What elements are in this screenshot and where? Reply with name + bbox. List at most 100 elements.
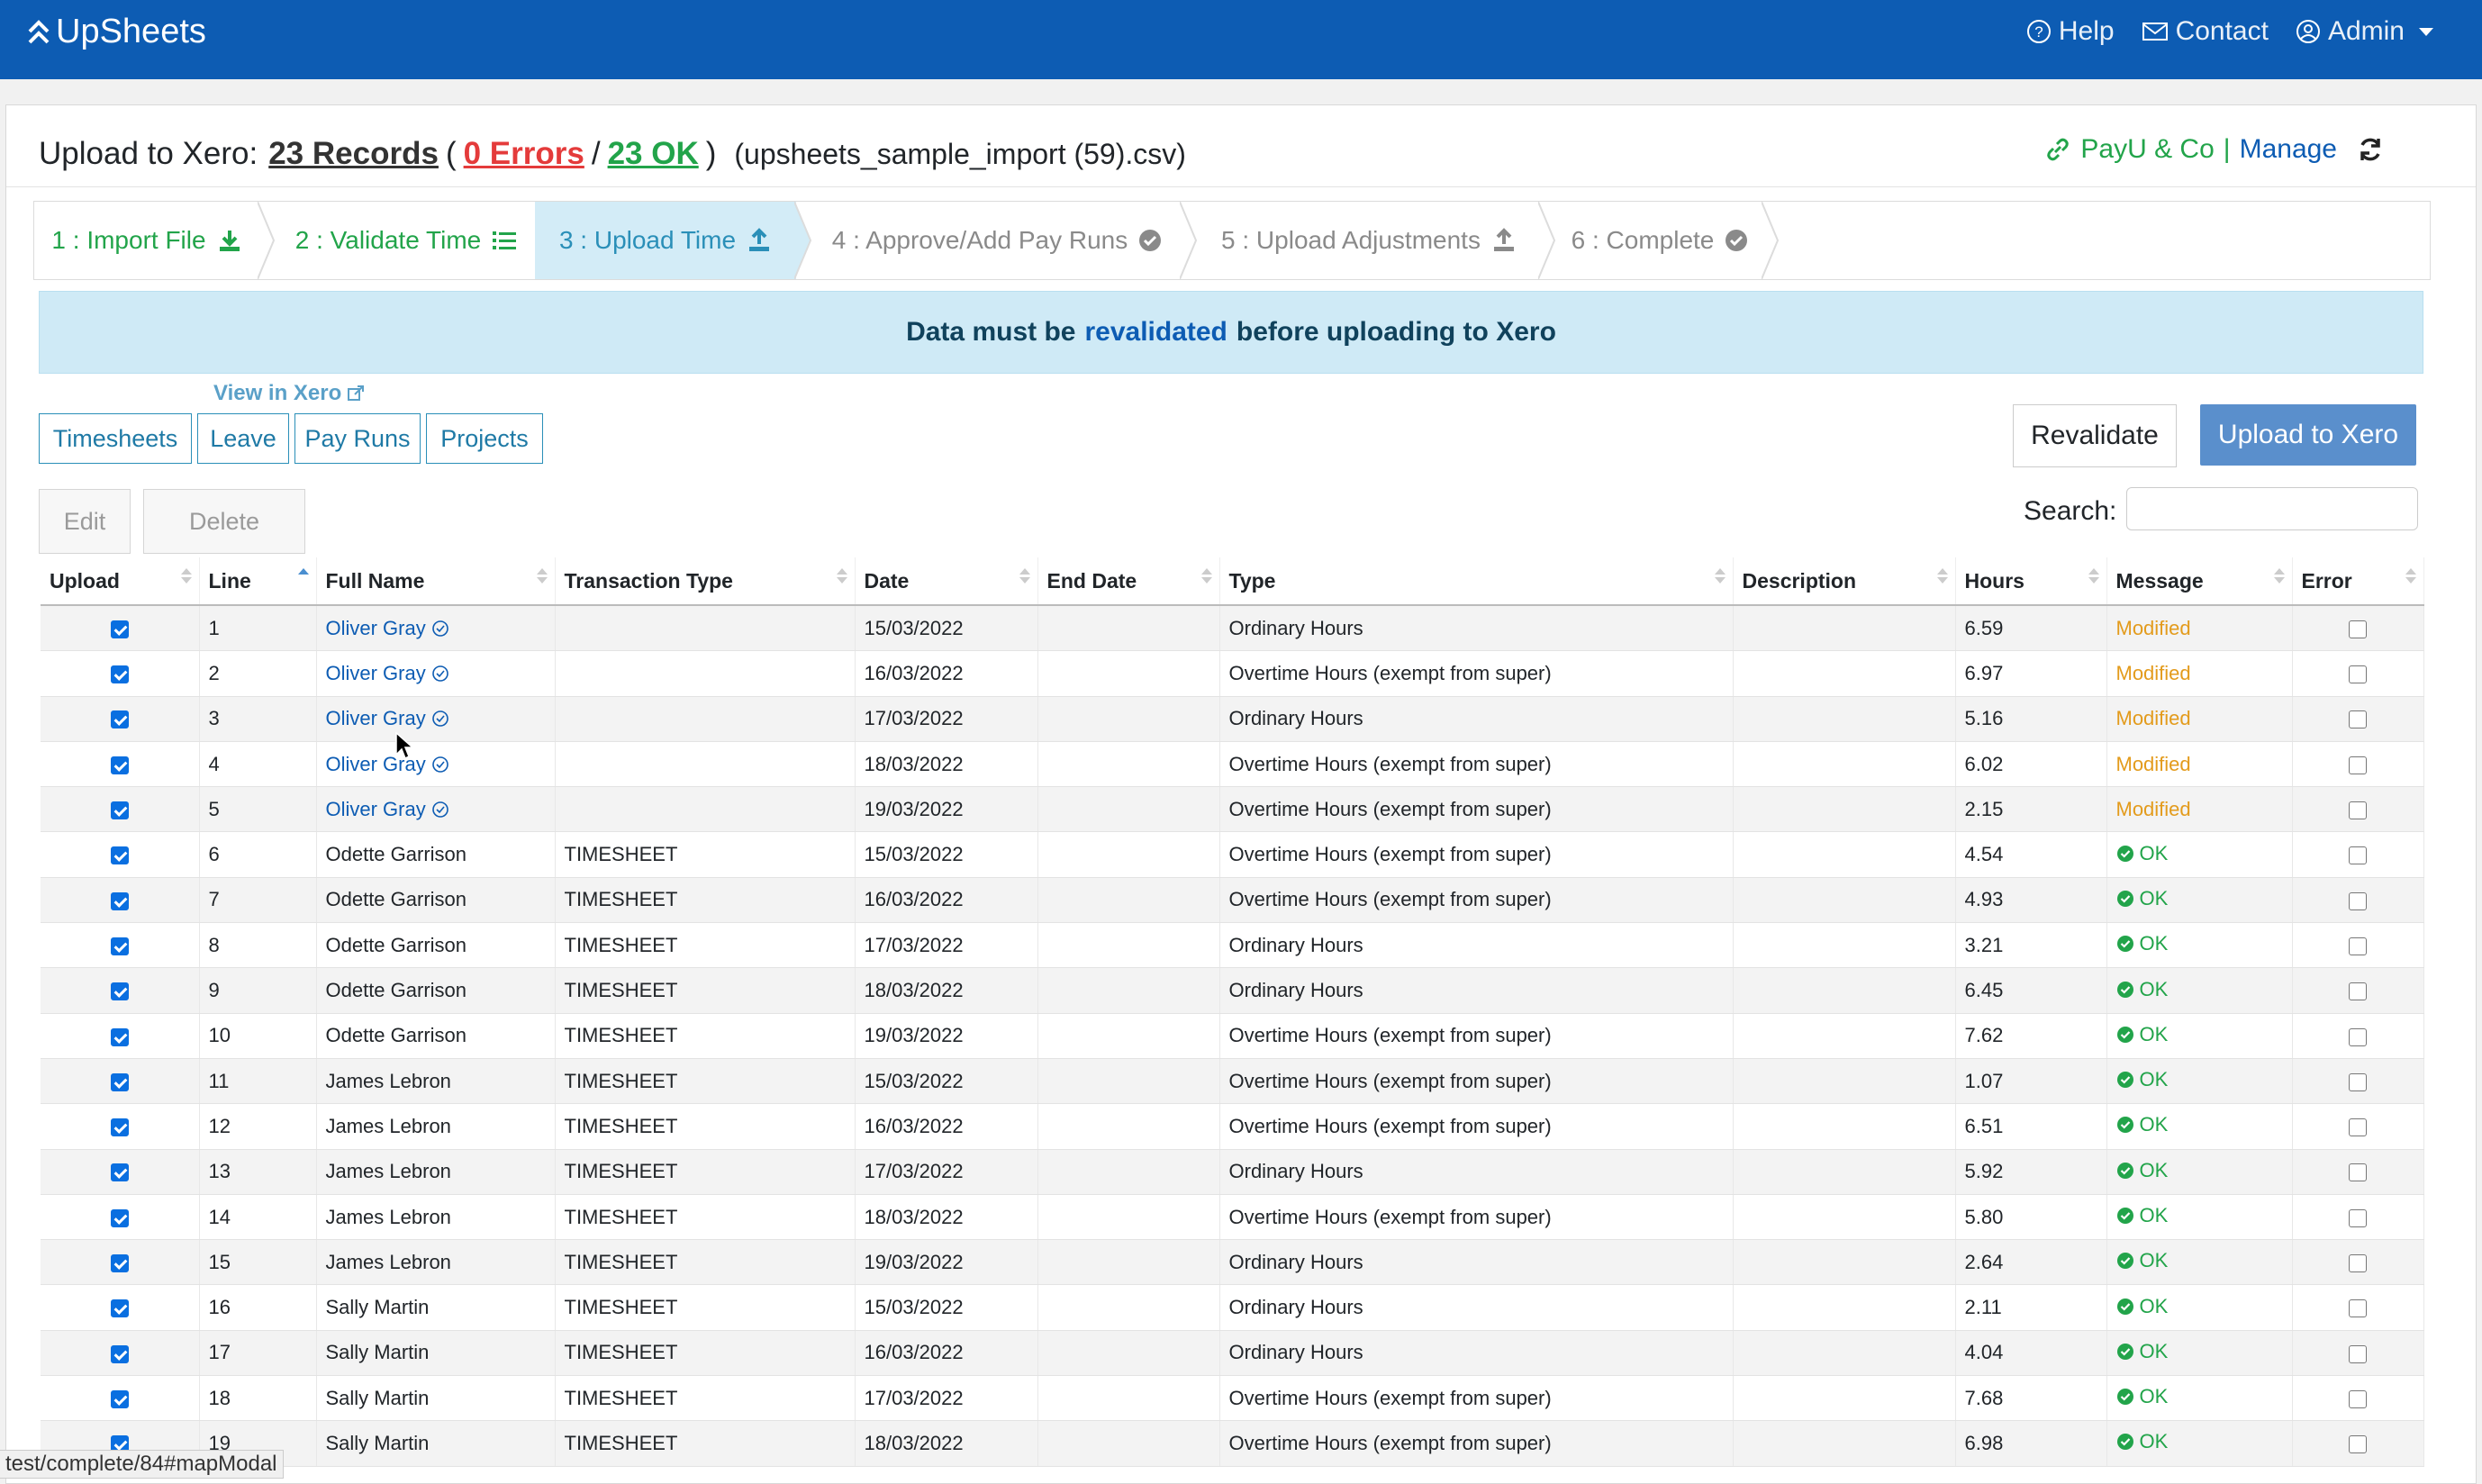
records-link[interactable]: 23 Records bbox=[268, 136, 439, 172]
step-approve-pay-runs[interactable]: 4 : Approve/Add Pay Runs bbox=[812, 202, 1182, 279]
error-checkbox[interactable] bbox=[2349, 937, 2367, 955]
table-row[interactable]: 1 Oliver Gray 15/03/2022 Ordinary Hours 6.59… bbox=[41, 605, 2424, 652]
error-checkbox[interactable] bbox=[2349, 982, 2367, 1001]
view-in-xero-link[interactable]: View in Xero bbox=[213, 381, 365, 406]
tab-leave[interactable]: Leave bbox=[197, 413, 289, 464]
upload-to-xero-button[interactable]: Upload to Xero bbox=[2200, 404, 2416, 466]
brand-logo[interactable]: UpSheets bbox=[27, 13, 206, 51]
table-row[interactable]: 10 Odette Garrison TIMESHEET 19/03/2022 Over… bbox=[41, 1013, 2424, 1059]
error-checkbox[interactable] bbox=[2349, 1344, 2367, 1363]
upload-checkbox[interactable] bbox=[110, 1344, 129, 1363]
tab-projects[interactable]: Projects bbox=[426, 413, 543, 464]
error-checkbox[interactable] bbox=[2349, 665, 2367, 684]
tab-pay-runs[interactable]: Pay Runs bbox=[294, 413, 421, 464]
ok-link[interactable]: 23 OK bbox=[608, 136, 699, 172]
table-row[interactable]: 13 James Lebron TIMESHEET 17/03/2022 Ordinar… bbox=[41, 1149, 2424, 1195]
upload-checkbox[interactable] bbox=[110, 1299, 129, 1318]
table-row[interactable]: 19 Sally Martin TIMESHEET 18/03/2022 Overtim… bbox=[41, 1420, 2424, 1467]
help-link[interactable]: ? Help bbox=[2026, 16, 2115, 47]
upload-checkbox[interactable] bbox=[110, 756, 129, 774]
col-end-date[interactable]: End Date bbox=[1037, 557, 1220, 606]
table-row[interactable]: 18 Sally Martin TIMESHEET 17/03/2022 Overtim… bbox=[41, 1375, 2424, 1422]
col-error[interactable]: Error bbox=[2292, 557, 2424, 606]
description-cell bbox=[1733, 786, 1956, 833]
error-checkbox[interactable] bbox=[2349, 1253, 2367, 1272]
upload-checkbox[interactable] bbox=[110, 665, 129, 684]
error-checkbox[interactable] bbox=[2349, 1389, 2367, 1408]
col-upload[interactable]: Upload bbox=[41, 557, 200, 606]
refresh-icon[interactable] bbox=[2355, 134, 2386, 165]
upload-checkbox[interactable] bbox=[110, 1118, 129, 1137]
admin-menu[interactable]: Admin bbox=[2296, 16, 2433, 47]
upload-checkbox[interactable] bbox=[110, 1027, 129, 1046]
table-row[interactable]: 8 Odette Garrison TIMESHEET 17/03/2022 Ordin… bbox=[41, 922, 2424, 969]
table-row[interactable]: 2 Oliver Gray 16/03/2022 Overtime Hours (ex… bbox=[41, 650, 2424, 697]
employee-link[interactable]: Oliver Gray bbox=[326, 753, 449, 776]
col-full-name[interactable]: Full Name bbox=[316, 557, 556, 606]
table-row[interactable]: 15 James Lebron TIMESHEET 19/03/2022 Ordinar… bbox=[41, 1239, 2424, 1286]
step-upload-time[interactable]: 3 : Upload Time bbox=[535, 202, 796, 279]
delete-button[interactable]: Delete bbox=[143, 489, 305, 554]
table-row[interactable]: 9 Odette Garrison TIMESHEET 18/03/2022 Ordin… bbox=[41, 967, 2424, 1014]
message-cell: OK bbox=[2106, 1013, 2293, 1059]
upload-checkbox[interactable] bbox=[110, 1253, 129, 1272]
employee-link[interactable]: Oliver Gray bbox=[326, 662, 449, 685]
table-row[interactable]: 5 Oliver Gray 19/03/2022 Overtime Hours (ex… bbox=[41, 786, 2424, 833]
error-checkbox[interactable] bbox=[2349, 756, 2367, 774]
error-checkbox[interactable] bbox=[2349, 1027, 2367, 1046]
error-checkbox[interactable] bbox=[2349, 891, 2367, 910]
errors-link[interactable]: 0 Errors bbox=[464, 136, 584, 172]
revalidate-button[interactable]: Revalidate bbox=[2013, 404, 2177, 467]
col-date[interactable]: Date bbox=[855, 557, 1038, 606]
table-row[interactable]: 7 Odette Garrison TIMESHEET 16/03/2022 Overt… bbox=[41, 877, 2424, 924]
step-upload-adjustments[interactable]: 5 : Upload Adjustments bbox=[1198, 202, 1540, 279]
table-row[interactable]: 6 Odette Garrison TIMESHEET 15/03/2022 Overt… bbox=[41, 831, 2424, 878]
upload-checkbox[interactable] bbox=[110, 982, 129, 1001]
upload-checkbox[interactable] bbox=[110, 891, 129, 910]
col-line[interactable]: Line bbox=[199, 557, 317, 606]
line-cell: 1 bbox=[199, 605, 317, 652]
upload-checkbox[interactable] bbox=[110, 620, 129, 638]
error-checkbox[interactable] bbox=[2349, 620, 2367, 638]
organisation-name[interactable]: PayU & Co bbox=[2080, 134, 2214, 165]
upload-checkbox[interactable] bbox=[110, 1163, 129, 1182]
table-row[interactable]: 17 Sally Martin TIMESHEET 16/03/2022 Ordinar… bbox=[41, 1330, 2424, 1377]
col-description[interactable]: Description bbox=[1733, 557, 1956, 606]
upload-checkbox[interactable] bbox=[110, 801, 129, 820]
upload-checkbox[interactable] bbox=[110, 1072, 129, 1091]
upload-checkbox[interactable] bbox=[110, 846, 129, 865]
contact-link[interactable]: Contact bbox=[2142, 16, 2269, 47]
employee-link[interactable]: Oliver Gray bbox=[326, 798, 449, 821]
table-row[interactable]: 12 James Lebron TIMESHEET 16/03/2022 Overtim… bbox=[41, 1103, 2424, 1150]
upload-checkbox[interactable] bbox=[110, 1389, 129, 1408]
upload-checkbox[interactable] bbox=[110, 710, 129, 729]
error-checkbox[interactable] bbox=[2349, 1208, 2367, 1227]
col-message[interactable]: Message bbox=[2106, 557, 2293, 606]
upload-checkbox[interactable] bbox=[110, 1208, 129, 1227]
error-checkbox[interactable] bbox=[2349, 801, 2367, 820]
employee-link[interactable]: Oliver Gray bbox=[326, 617, 449, 640]
error-checkbox[interactable] bbox=[2349, 846, 2367, 865]
upload-checkbox[interactable] bbox=[110, 937, 129, 955]
manage-link[interactable]: Manage bbox=[2240, 134, 2337, 165]
error-checkbox[interactable] bbox=[2349, 1299, 2367, 1318]
employee-link[interactable]: Oliver Gray bbox=[326, 707, 449, 730]
col-transaction-type[interactable]: Transaction Type bbox=[555, 557, 856, 606]
error-checkbox[interactable] bbox=[2349, 1163, 2367, 1182]
step-import-file[interactable]: 1 : Import File bbox=[34, 202, 259, 279]
step-validate-time[interactable]: 2 : Validate Time bbox=[276, 202, 537, 279]
edit-button[interactable]: Edit bbox=[39, 489, 131, 554]
table-row[interactable]: 16 Sally Martin TIMESHEET 15/03/2022 Ordinar… bbox=[41, 1284, 2424, 1331]
step-complete[interactable]: 6 : Complete bbox=[1556, 202, 1763, 279]
error-checkbox[interactable] bbox=[2349, 1072, 2367, 1091]
table-row[interactable]: 11 James Lebron TIMESHEET 15/03/2022 Overtim… bbox=[41, 1058, 2424, 1105]
table-row[interactable]: 14 James Lebron TIMESHEET 18/03/2022 Overtim… bbox=[41, 1194, 2424, 1241]
status-ok: OK bbox=[2116, 1340, 2168, 1363]
error-checkbox[interactable] bbox=[2349, 1118, 2367, 1137]
search-input[interactable] bbox=[2126, 487, 2418, 530]
error-checkbox[interactable] bbox=[2349, 1435, 2367, 1454]
error-checkbox[interactable] bbox=[2349, 710, 2367, 729]
tab-timesheets[interactable]: Timesheets bbox=[39, 413, 192, 464]
col-type[interactable]: Type bbox=[1219, 557, 1734, 606]
col-hours[interactable]: Hours bbox=[1955, 557, 2107, 606]
